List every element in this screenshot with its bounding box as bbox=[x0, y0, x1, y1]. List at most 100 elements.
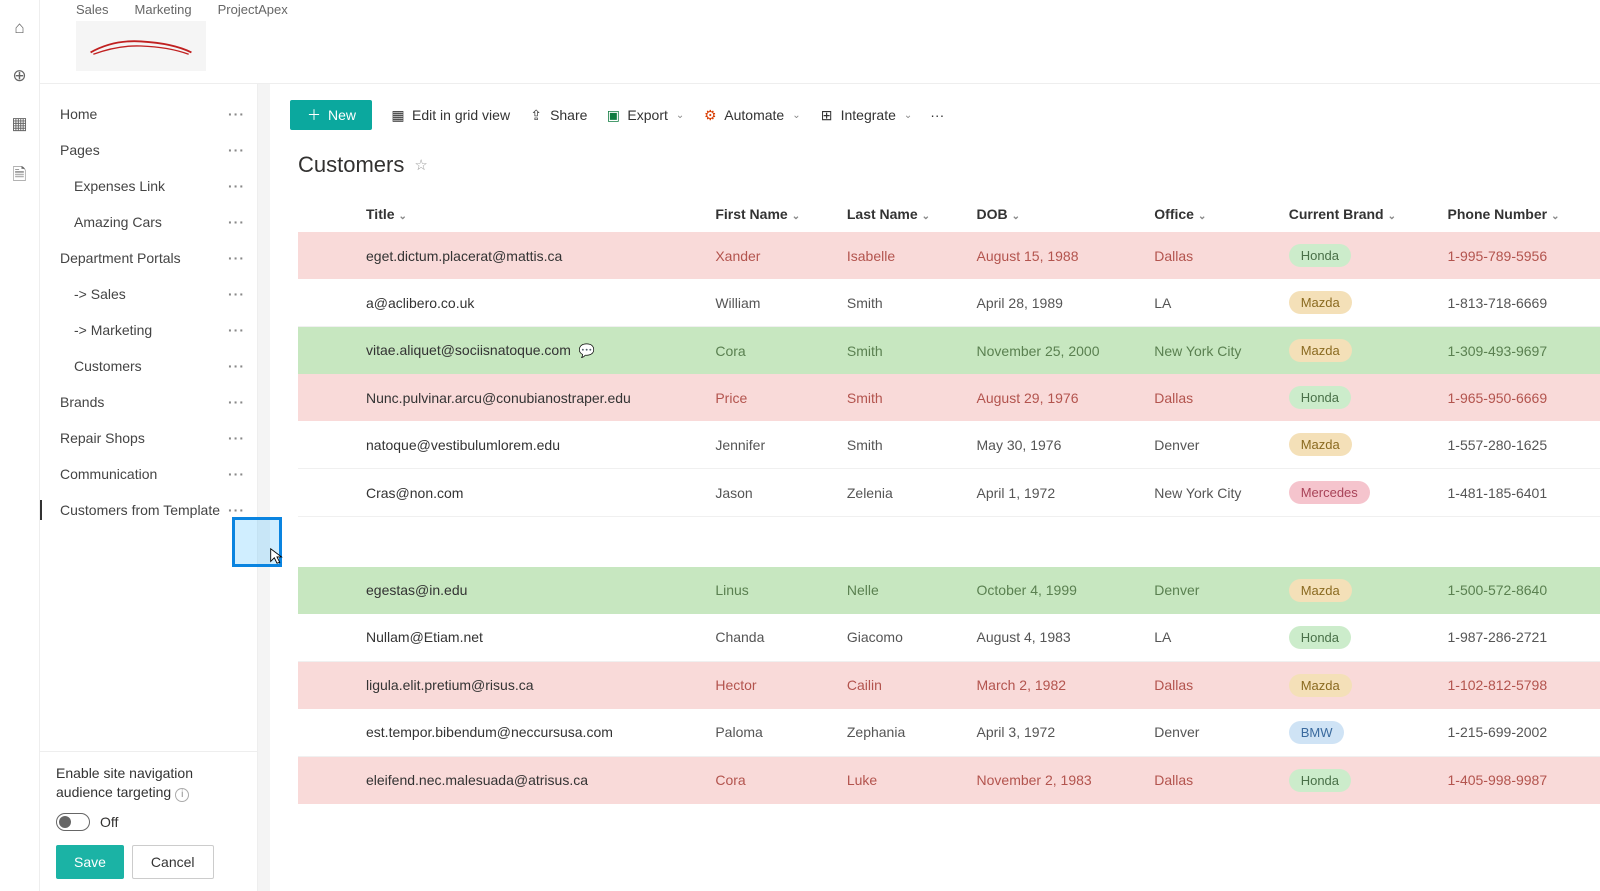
table-row[interactable]: a@aclibero.co.ukWilliamSmithApril 28, 19… bbox=[298, 279, 1600, 327]
cell-title[interactable]: Cras@non.com bbox=[354, 469, 703, 517]
news-icon[interactable]: ▦ bbox=[11, 114, 27, 134]
cell-title[interactable]: Nunc.pulvinar.arcu@conubianostraper.edu bbox=[354, 374, 703, 421]
cell-brand: Mazda bbox=[1277, 327, 1436, 375]
cell-title[interactable]: natoque@vestibulumlorem.edu bbox=[354, 421, 703, 469]
cell-title[interactable]: est.tempor.bibendum@neccursusa.com bbox=[354, 709, 703, 757]
nav-label: Department Portals bbox=[60, 250, 181, 266]
export-button[interactable]: ▣Export⌄ bbox=[605, 107, 684, 123]
new-button[interactable]: ＋New bbox=[290, 100, 372, 130]
cell-phone: 1-557-280-1625 bbox=[1436, 421, 1600, 469]
cell-title[interactable]: ligula.elit.pretium@risus.ca bbox=[354, 661, 703, 709]
cell-brand: Mercedes bbox=[1277, 469, 1436, 517]
ellipsis-icon[interactable]: ··· bbox=[228, 394, 245, 410]
cell-first: Jennifer bbox=[703, 421, 835, 469]
nav-label: -> Sales bbox=[74, 286, 126, 302]
cell-phone: 1-309-493-9697 bbox=[1436, 327, 1600, 375]
col-phone-number[interactable]: Phone Number⌄ bbox=[1436, 196, 1600, 232]
cell-phone: 1-405-998-9987 bbox=[1436, 756, 1600, 804]
audience-toggle[interactable] bbox=[56, 813, 90, 831]
chevron-down-icon: ⌄ bbox=[904, 110, 912, 121]
tab-sales[interactable]: Sales bbox=[76, 2, 109, 17]
brand-pill: BMW bbox=[1289, 721, 1345, 744]
cell-last: Zelenia bbox=[835, 469, 965, 517]
nav-item-expenses-link[interactable]: Expenses Link··· bbox=[60, 168, 257, 204]
cancel-button[interactable]: Cancel bbox=[132, 845, 214, 879]
more-button[interactable]: ··· bbox=[930, 107, 944, 123]
home-icon[interactable]: ⌂ bbox=[14, 18, 24, 38]
nav-scrollbar[interactable] bbox=[258, 84, 270, 891]
globe-icon[interactable]: ⊕ bbox=[12, 66, 26, 86]
nav-item-amazing-cars[interactable]: Amazing Cars··· bbox=[60, 204, 257, 240]
file-icon[interactable]: 🗎 bbox=[13, 162, 27, 191]
cell-brand: BMW bbox=[1277, 709, 1436, 757]
automate-button[interactable]: ⚙Automate⌄ bbox=[702, 107, 800, 123]
nav-item-communication[interactable]: Communication ··· bbox=[60, 456, 257, 492]
ellipsis-icon[interactable]: ··· bbox=[228, 142, 245, 158]
cell-dob: March 2, 1982 bbox=[965, 661, 1143, 709]
table-row[interactable]: egestas@in.eduLinusNelleOctober 4, 1999D… bbox=[298, 567, 1600, 614]
comment-icon[interactable]: 💬 bbox=[579, 343, 595, 358]
nav-item-brands[interactable]: Brands··· bbox=[60, 384, 257, 420]
cell-last: Isabelle bbox=[835, 232, 965, 279]
cell-office: Denver bbox=[1142, 567, 1276, 614]
icon-rail: ⌂ ⊕ ▦ 🗎 bbox=[0, 0, 40, 891]
col-current-brand[interactable]: Current Brand⌄ bbox=[1277, 196, 1436, 232]
nav-item-pages[interactable]: Pages··· bbox=[60, 132, 257, 168]
table-row[interactable]: eget.dictum.placerat@mattis.caXanderIsab… bbox=[298, 232, 1600, 279]
col-first-name[interactable]: First Name⌄ bbox=[703, 196, 835, 232]
ellipsis-icon[interactable]: ··· bbox=[228, 178, 245, 194]
cell-phone: 1-987-286-2721 bbox=[1436, 614, 1600, 662]
cell-title[interactable]: vitae.aliquet@sociisnatoque.com💬 bbox=[354, 327, 703, 375]
nav-item-department-portals[interactable]: Department Portals ··· bbox=[60, 240, 257, 276]
table-row[interactable]: vitae.aliquet@sociisnatoque.com💬CoraSmit… bbox=[298, 327, 1600, 375]
table-row[interactable]: Cras@non.comJasonZeleniaApril 1, 1972New… bbox=[298, 469, 1600, 517]
table-row[interactable]: Nunc.pulvinar.arcu@conubianostraper.eduP… bbox=[298, 374, 1600, 421]
ellipsis-icon[interactable]: ··· bbox=[228, 502, 245, 518]
favorite-icon[interactable]: ☆ bbox=[414, 156, 427, 174]
save-button[interactable]: Save bbox=[56, 845, 124, 879]
col-dob[interactable]: DOB⌄ bbox=[965, 196, 1143, 232]
info-icon[interactable]: i bbox=[175, 788, 189, 802]
site-logo[interactable] bbox=[76, 21, 206, 71]
ellipsis-icon[interactable]: ··· bbox=[228, 430, 245, 446]
cell-phone: 1-965-950-6669 bbox=[1436, 374, 1600, 421]
ellipsis-icon[interactable]: ··· bbox=[228, 466, 245, 482]
col-office[interactable]: Office⌄ bbox=[1142, 196, 1276, 232]
cell-title[interactable]: eleifend.nec.malesuada@atrisus.ca bbox=[354, 756, 703, 804]
col-title[interactable]: Title⌄ bbox=[354, 196, 703, 232]
tab-marketing[interactable]: Marketing bbox=[135, 2, 192, 17]
cell-title[interactable]: a@aclibero.co.uk bbox=[354, 279, 703, 327]
ellipsis-icon[interactable]: ··· bbox=[228, 322, 245, 338]
ellipsis-icon[interactable]: ··· bbox=[228, 286, 245, 302]
nav-item-repair-shops[interactable]: Repair Shops··· bbox=[60, 420, 257, 456]
nav-item-home[interactable]: Home··· bbox=[60, 96, 257, 132]
table-row[interactable]: eleifend.nec.malesuada@atrisus.caCoraLuk… bbox=[298, 756, 1600, 804]
ellipsis-icon[interactable]: ··· bbox=[228, 358, 245, 374]
cell-first: Jason bbox=[703, 469, 835, 517]
share-button[interactable]: ⇪Share bbox=[528, 107, 587, 123]
integrate-button[interactable]: ⊞Integrate⌄ bbox=[819, 107, 913, 123]
ellipsis-icon[interactable]: ··· bbox=[228, 214, 245, 230]
nav-item-marketing[interactable]: -> Marketing··· bbox=[60, 312, 257, 348]
col-last-name[interactable]: Last Name⌄ bbox=[835, 196, 965, 232]
nav-label: Communication bbox=[60, 466, 157, 482]
cell-title[interactable]: Nullam@Etiam.net bbox=[354, 614, 703, 662]
brand-pill: Mazda bbox=[1289, 433, 1352, 456]
tab-projectapex[interactable]: ProjectApex bbox=[218, 2, 288, 17]
cell-last: Zephania bbox=[835, 709, 965, 757]
table-row[interactable]: Nullam@Etiam.netChandaGiacomoAugust 4, 1… bbox=[298, 614, 1600, 662]
nav-footer: Enable site navigation audience targetin… bbox=[40, 751, 257, 891]
cell-dob: August 4, 1983 bbox=[965, 614, 1143, 662]
nav-item-customers-from-template[interactable]: Customers from Template··· bbox=[60, 492, 257, 528]
nav-item-customers[interactable]: Customers··· bbox=[60, 348, 257, 384]
edit-grid-button[interactable]: ▦Edit in grid view bbox=[390, 107, 510, 123]
cell-office: LA bbox=[1142, 279, 1276, 327]
ellipsis-icon[interactable]: ··· bbox=[228, 250, 245, 266]
ellipsis-icon[interactable]: ··· bbox=[228, 106, 245, 122]
table-row[interactable]: ligula.elit.pretium@risus.caHectorCailin… bbox=[298, 661, 1600, 709]
nav-item-sales[interactable]: -> Sales ··· bbox=[60, 276, 257, 312]
cell-title[interactable]: eget.dictum.placerat@mattis.ca bbox=[354, 232, 703, 279]
table-row[interactable]: est.tempor.bibendum@neccursusa.comPaloma… bbox=[298, 709, 1600, 757]
table-row[interactable]: natoque@vestibulumlorem.eduJenniferSmith… bbox=[298, 421, 1600, 469]
cell-title[interactable]: egestas@in.edu bbox=[354, 567, 703, 614]
